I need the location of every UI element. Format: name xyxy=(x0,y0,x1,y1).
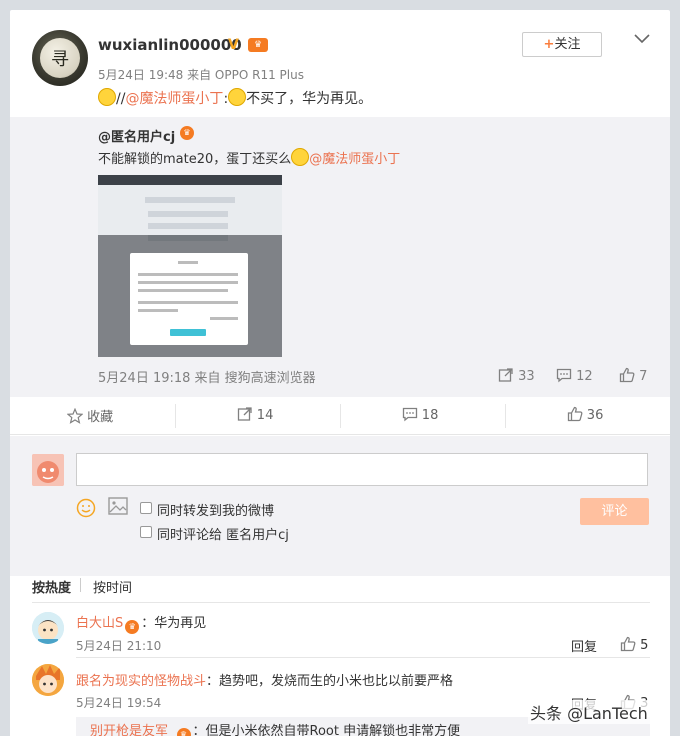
follow-button[interactable]: +关注 xyxy=(522,32,602,57)
repost-like-count[interactable]: 7 xyxy=(619,367,647,384)
repost-meta: 5月24日 19:18 来自 搜狗高速浏览器 xyxy=(98,371,316,386)
sort-divider-line xyxy=(32,602,650,603)
comment-avatar[interactable] xyxy=(32,612,64,644)
post-text: //@魔法师蛋小丁: 不买了，华为再见。 xyxy=(98,88,372,108)
plus-icon: + xyxy=(543,37,555,52)
wave-emoji-icon xyxy=(228,88,247,106)
chevron-down-icon[interactable] xyxy=(634,28,650,49)
thumbs-up-icon xyxy=(620,636,636,652)
comment-icon xyxy=(402,407,417,422)
repost-to-my-weibo-label: 同时转发到我的微博 xyxy=(157,504,275,519)
forward-icon xyxy=(498,368,513,382)
forward-button[interactable]: 14 xyxy=(175,406,335,423)
image-upload-icon[interactable] xyxy=(108,497,128,519)
sort-divider xyxy=(80,578,81,592)
member-badge-icon: ♛ xyxy=(125,620,140,634)
comment-text: ：趋势吧，发烧而生的小米也比以前要严格 xyxy=(206,674,454,689)
thumbs-up-icon xyxy=(619,367,635,383)
repost-text: 不能解锁的mate20，蛋丁还买么 @魔法师蛋小丁 xyxy=(98,148,400,167)
laugh-cry-emoji-icon xyxy=(291,148,310,166)
star-icon xyxy=(66,408,83,424)
comment-like-button[interactable]: 5 xyxy=(620,636,648,653)
comment-to-author-label: 同时评论给 匿名用户cj xyxy=(157,528,289,543)
repost-screenshot-image[interactable] xyxy=(98,175,282,357)
comment-button[interactable]: 18 xyxy=(340,406,500,423)
sub-reply-username[interactable]: 别开枪是友军_ xyxy=(90,724,175,736)
repost-mention-link[interactable]: @魔法师蛋小丁 xyxy=(309,152,400,167)
comment-text: ：华为再见 xyxy=(141,616,207,631)
post-text-main: 不买了，华为再见。 xyxy=(246,91,373,107)
repost-member-badge-icon: ♛ xyxy=(180,126,194,140)
repost-text-main: 不能解锁的mate20，蛋丁还买么 xyxy=(98,152,292,167)
follow-label: 关注 xyxy=(554,37,581,52)
repost-to-my-weibo-checkbox[interactable] xyxy=(140,502,152,514)
comment-input[interactable] xyxy=(76,453,648,486)
sub-reply-text: ：但是小米依然自带Root 申请解锁也非常方便 xyxy=(192,724,461,736)
mention-link[interactable]: @魔法师蛋小丁 xyxy=(125,91,223,107)
comment-reply-button[interactable]: 回复 xyxy=(571,636,597,655)
repost-comment-count[interactable]: 12 xyxy=(556,367,593,384)
emoji-picker-icon[interactable] xyxy=(76,498,96,523)
repost-author[interactable]: @匿名用户cj xyxy=(98,126,175,145)
sort-by-hot-tab[interactable]: 按热度 xyxy=(32,577,71,596)
sub-reply-row: 别开枪是友军_ ♛ ：但是小米依然自带Root 申请解锁也非常方便 xyxy=(90,720,460,736)
comment-to-author-checkbox[interactable] xyxy=(140,526,152,538)
comment-username[interactable]: 跟名为现实的怪物战斗 xyxy=(76,674,206,689)
comment-time: 5月24日 21:10 xyxy=(76,639,162,653)
comment-row: 白大山S ♛ ：华为再见 xyxy=(76,612,206,634)
comment-time: 5月24日 19:54 xyxy=(76,696,162,710)
avatar-emblem-icon: 寻 xyxy=(40,38,80,78)
repost-forward-count[interactable]: 33 xyxy=(498,367,535,384)
forward-icon xyxy=(237,407,252,421)
comment-avatar[interactable] xyxy=(32,664,64,696)
weibo-card: 寻 wuxianlin000000 V ♛ 5月24日 19:48 来自 OPP… xyxy=(10,10,670,736)
comment-icon xyxy=(556,368,572,383)
post-meta: 5月24日 19:48 来自 OPPO R11 Plus xyxy=(98,68,304,82)
watermark-text: 头条 @LanTech xyxy=(528,700,650,724)
thumbs-up-icon xyxy=(567,406,583,422)
like-button[interactable]: 36 xyxy=(505,406,665,423)
submit-comment-button[interactable]: 评论 xyxy=(580,498,649,525)
author-avatar[interactable]: 寻 xyxy=(32,30,88,86)
sort-by-time-tab[interactable]: 按时间 xyxy=(93,577,132,596)
favorite-button[interactable]: 收藏 xyxy=(10,406,170,425)
author-username[interactable]: wuxianlin000000 xyxy=(98,36,242,54)
comment-divider xyxy=(76,657,650,658)
member-badge-icon: ♛ xyxy=(176,728,191,736)
comment-username[interactable]: 白大山S xyxy=(76,616,123,631)
member-badge-icon: ♛ xyxy=(248,38,268,52)
surprised-emoji-icon xyxy=(98,88,116,106)
comment-row: 跟名为现实的怪物战斗：趋势吧，发烧而生的小米也比以前要严格 xyxy=(76,670,453,689)
my-avatar[interactable] xyxy=(32,454,64,486)
verified-icon: V xyxy=(228,37,239,53)
